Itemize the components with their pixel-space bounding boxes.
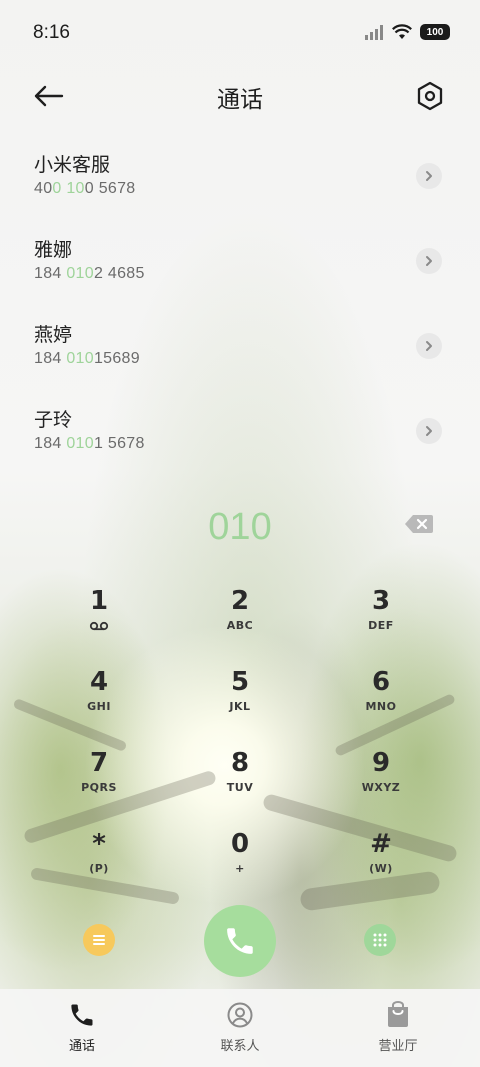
- dialpad-icon: [373, 933, 387, 947]
- nav-tab-contacts[interactable]: 联系人: [190, 999, 290, 1059]
- settings-button[interactable]: [410, 76, 450, 116]
- header: 通话: [0, 66, 480, 126]
- key-5[interactable]: 5 JKL: [180, 665, 300, 737]
- back-button[interactable]: [28, 76, 68, 116]
- key-star[interactable]: * (P): [39, 827, 159, 899]
- status-bar: 8:16 100: [0, 0, 480, 66]
- details-button[interactable]: [416, 248, 442, 274]
- contact-results-list: 小米客服 400 100 5678 雅娜 184 0102 4685 燕婷 18…: [0, 132, 480, 472]
- page-title: 通话: [217, 87, 263, 113]
- nav-tab-service-hall[interactable]: 营业厅: [348, 999, 448, 1059]
- backspace-icon: [405, 515, 433, 533]
- nav-label: 联系人: [220, 1039, 260, 1054]
- store-bag-icon: [388, 1001, 408, 1027]
- nav-tab-calls[interactable]: 通话: [32, 999, 132, 1059]
- call-button[interactable]: [204, 905, 276, 977]
- details-button[interactable]: [416, 418, 442, 444]
- key-9[interactable]: 9 WXYZ: [321, 746, 441, 818]
- voicemail-icon: [89, 621, 109, 631]
- chevron-right-icon: [426, 256, 432, 266]
- list-item[interactable]: 雅娜 184 0102 4685: [0, 217, 480, 302]
- contact-name: 燕婷: [34, 324, 73, 346]
- phone-icon: [227, 928, 253, 954]
- wifi-icon: [392, 24, 412, 39]
- battery-indicator: 100: [420, 24, 450, 40]
- bottom-navigation: 通话 联系人 营业厅: [0, 989, 480, 1067]
- details-button[interactable]: [416, 163, 442, 189]
- key-4[interactable]: 4 GHI: [39, 665, 159, 737]
- chevron-right-icon: [426, 341, 432, 351]
- list-item[interactable]: 燕婷 184 01015689: [0, 302, 480, 387]
- key-8[interactable]: 8 TUV: [180, 746, 300, 818]
- menu-icon: [93, 935, 105, 945]
- list-item[interactable]: 小米客服 400 100 5678: [0, 132, 480, 217]
- status-icons: 100: [364, 24, 450, 40]
- contact-name: 子玲: [34, 409, 73, 431]
- arrow-left-icon: [34, 85, 64, 107]
- nav-label: 通话: [68, 1039, 95, 1054]
- chevron-right-icon: [426, 426, 432, 436]
- contact-number: 184 0102 4685: [34, 265, 145, 282]
- key-1[interactable]: 1: [39, 584, 159, 656]
- key-0[interactable]: 0 +: [180, 827, 300, 899]
- contact-name: 雅娜: [34, 239, 73, 261]
- phone-icon: [71, 1004, 93, 1026]
- list-item[interactable]: 子玲 184 0101 5678: [0, 387, 480, 472]
- contact-icon: [227, 1002, 253, 1028]
- key-3[interactable]: 3 DEF: [321, 584, 441, 656]
- contact-name: 小米客服: [34, 154, 111, 176]
- details-button[interactable]: [416, 333, 442, 359]
- contact-number: 400 100 5678: [34, 180, 136, 197]
- key-2[interactable]: 2 ABC: [180, 584, 300, 656]
- key-hash[interactable]: # (W): [321, 827, 441, 899]
- menu-button[interactable]: [83, 924, 115, 956]
- nav-label: 营业厅: [378, 1039, 418, 1054]
- key-7[interactable]: 7 PQRS: [39, 746, 159, 818]
- chevron-right-icon: [426, 171, 432, 181]
- key-6[interactable]: 6 MNO: [321, 665, 441, 737]
- contact-number: 184 01015689: [34, 350, 140, 367]
- dialpad-toggle-button[interactable]: [364, 924, 396, 956]
- signal-icon: [365, 25, 383, 40]
- status-time: 8:16: [33, 22, 70, 43]
- backspace-button[interactable]: [404, 512, 434, 536]
- settings-hexagon-icon: [417, 81, 443, 111]
- contact-number: 184 0101 5678: [34, 435, 145, 452]
